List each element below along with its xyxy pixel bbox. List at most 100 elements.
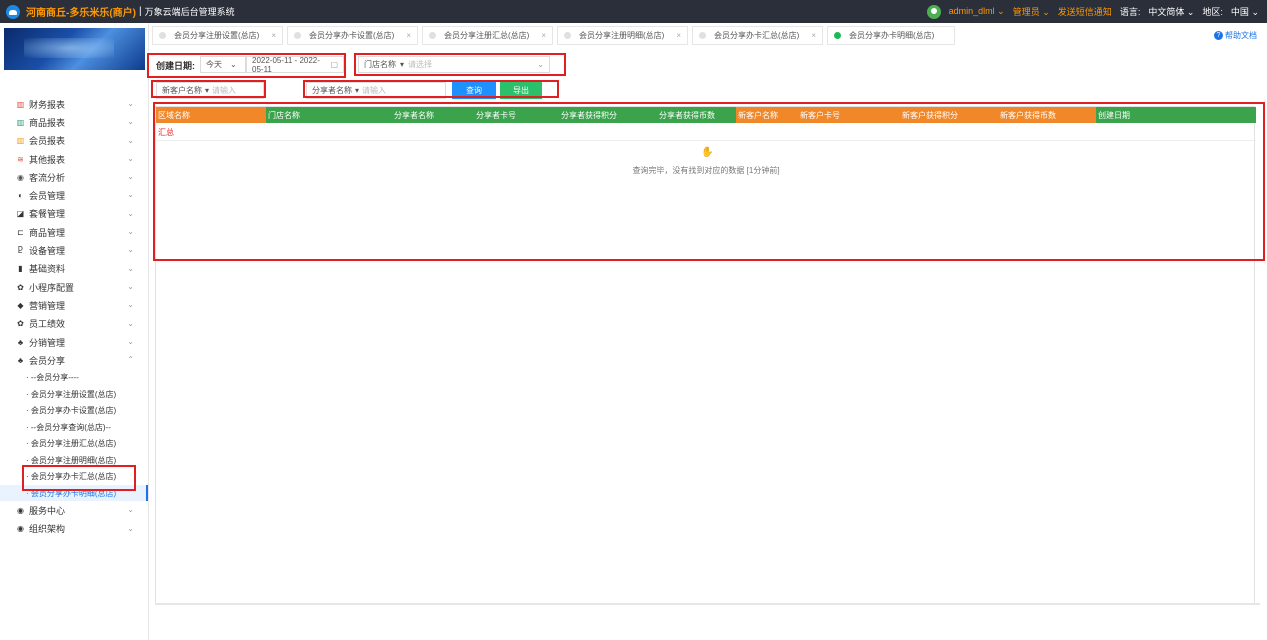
avatar[interactable] [926,4,941,19]
chevron-down-icon: ⌄ [1186,7,1195,17]
sidebar-item-device[interactable]: Ⴒ 设备管理 ⌄ [0,241,148,259]
sidebar-item-label: 分销管理 [29,337,66,348]
highlight-box [153,102,1265,261]
chevron-icon: ⌄ [127,263,134,273]
device-icon: Ⴒ [18,246,23,256]
settings-icon: ✿ [17,319,24,329]
sidebar-item-package[interactable]: ◪ 套餐管理 ⌄ [0,205,148,223]
close-icon[interactable]: × [676,31,681,40]
close-icon[interactable]: × [271,31,276,40]
share-icon: ♣ [17,337,24,347]
help-doc-link[interactable]: ? 帮助文档 [1214,30,1257,41]
sidebar-item-tag[interactable]: ◆ 营销管理 ⌄ [0,296,148,314]
chevron-icon: ⌄ [127,117,134,127]
sidebar-item-share[interactable]: ♣ 分销管理 ⌄ [0,333,148,351]
service-icon: ◉ [17,506,24,516]
user-menu[interactable]: admin_dlml ⌄ [949,6,1005,17]
tab-2[interactable]: 会员分享办卡设置(总店) × [287,26,418,45]
member-share-icon: ♣ [17,355,24,365]
sidebar-item-service[interactable]: ◉ 服务中心 ⌄ [0,501,148,519]
tab-3[interactable]: 会员分享注册汇总(总店) × [422,26,553,45]
chevron-icon: ⌄ [127,99,134,108]
sidebar-item-traffic[interactable]: ◉ 客流分析 ⌄ [0,168,148,186]
tab-label: 会员分享办卡设置(总店) [309,31,395,40]
sidebar-item-label: 设备管理 [29,246,66,257]
cloud-logo-icon [6,4,20,19]
merchant-name: 河南商丘-多乐米乐(商户) [26,8,136,19]
send-sms-link[interactable]: 发送短信通知 [1058,5,1112,18]
top-right-menu: admin_dlml ⌄ 管理员 ⌄ 发送短信通知 语言: 中文简体 ⌄ 地区:… [926,0,1259,23]
sidebar-item-label: 会员管理 [29,191,66,202]
sidebar-item-goods-report[interactable]: ▥ 商品报表 ⌄ [0,113,148,131]
sidebar-subitem[interactable]: · 会员分享注册设置(总店) [0,386,148,403]
chevron-icon: ⌄ [127,523,134,533]
tab-status-dot-icon [834,32,841,39]
package-icon: ◪ [16,209,25,219]
sidebar-item-label: 客流分析 [29,172,66,183]
sidebar-item-member-report[interactable]: ▥ 会员报表 ⌄ [0,132,148,150]
product-icon: ⊏ [17,227,24,237]
sidebar-item-product[interactable]: ⊏ 商品管理 ⌄ [0,223,148,241]
chevron-icon: ⌄ [127,300,134,310]
tab-label: 会员分享注册设置(总店) [174,31,260,40]
chevron-icon: ⌄ [127,281,134,291]
close-icon[interactable]: × [811,31,816,40]
tab-5[interactable]: 会员分享办卡汇总(总店) × [692,26,823,45]
tab-status-dot-icon [699,32,706,39]
highlight-box [354,53,566,76]
tab-label: 会员分享注册明细(总店) [579,31,665,40]
gear-icon: ✿ [17,282,24,292]
tab-status-dot-icon [564,32,571,39]
chevron-down-icon: ⌄ [997,6,1005,16]
language-select[interactable]: 中文简体 ⌄ [1148,5,1194,18]
tab-1[interactable]: 会员分享注册设置(总店) × [152,26,283,45]
region-label: 地区: [1202,7,1223,17]
chevron-icon: ⌄ [127,336,134,346]
sidebar-subitem[interactable]: · 会员分享注册汇总(总店) [0,435,148,452]
sidebar: ▥ 财务报表 ⌄ ▥ 商品报表 ⌄ ▥ 会员报表 ⌄ ≋ 其他报表 ⌄ ◉ 客流分析 ⌄ ◐ 会员管理 ⌄ ◪ 套餐管… [0,23,149,640]
tab-label: 会员分享办卡汇总(总店) [714,31,800,40]
sidebar-item-label: 财务报表 [29,99,66,110]
highlight-box [151,80,266,98]
sidebar-item-settings[interactable]: ✿ 员工绩效 ⌄ [0,315,148,333]
chart-icon: ▥ [16,99,25,109]
sidebar-subitem[interactable]: · --会员分享查询(总店)-- [0,419,148,436]
tag-icon: ◆ [17,300,24,310]
sidebar-item-member-share[interactable]: ♣ 会员分享 ⌃ [0,351,148,369]
sidebar-item-member[interactable]: ◐ 会员管理 ⌄ [0,186,148,204]
chevron-icon: ⌄ [127,153,134,163]
sidebar-item-label: 商品管理 [29,227,66,238]
sidebar-item-org[interactable]: ◉ 组织架构 ⌄ [0,520,148,538]
chevron-icon: ⌄ [127,227,134,237]
brand-separator: | [139,6,142,17]
sidebar-item-label: 会员分享 [29,355,66,366]
close-icon[interactable]: × [406,31,411,40]
tab-4[interactable]: 会员分享注册明细(总店) × [557,26,688,45]
chevron-icon: ⌄ [127,208,134,218]
top-bar: 河南商丘-多乐米乐(商户) | 万象云端后台管理系统 admin_dlml ⌄ … [0,0,1267,23]
sidebar-banner-image [4,28,145,70]
chevron-down-icon: ⌄ [1042,7,1050,17]
region-select[interactable]: 中国 ⌄ [1231,5,1259,18]
sidebar-subitem[interactable]: · --会员分享---- [0,369,148,386]
sidebar-item-label: 小程序配置 [29,282,75,293]
sidebar-item-label: 商品报表 [29,117,66,128]
tab-label: 会员分享办卡明细(总店) [849,31,935,40]
role-menu[interactable]: 管理员 ⌄ [1013,5,1050,18]
chevron-icon: ⌄ [127,135,134,145]
sidebar-item-file[interactable]: ▮ 基础资料 ⌄ [0,260,148,278]
tab-status-dot-icon [159,32,166,39]
sidebar-item-gear[interactable]: ✿ 小程序配置 ⌄ [0,278,148,296]
goods-report-icon: ▥ [16,117,25,127]
sidebar-item-chart[interactable]: ▥ 财务报表 ⌄ [0,95,148,113]
chevron-down-icon: ⌄ [1251,7,1259,17]
chevron-icon: ⌄ [127,190,134,200]
member-report-icon: ▥ [16,136,25,146]
sidebar-subitem[interactable]: · 会员分享办卡设置(总店) [0,402,148,419]
close-icon[interactable]: × [541,31,546,40]
sidebar-item-label: 其他报表 [29,154,66,165]
layers-icon: ≋ [17,154,24,164]
tab-6[interactable]: 会员分享办卡明细(总店) [827,26,956,45]
sidebar-item-layers[interactable]: ≋ 其他报表 ⌄ [0,150,148,168]
tab-bar: 会员分享注册设置(总店) × 会员分享办卡设置(总店) × 会员分享注册汇总(总店) × 会… [152,26,956,45]
